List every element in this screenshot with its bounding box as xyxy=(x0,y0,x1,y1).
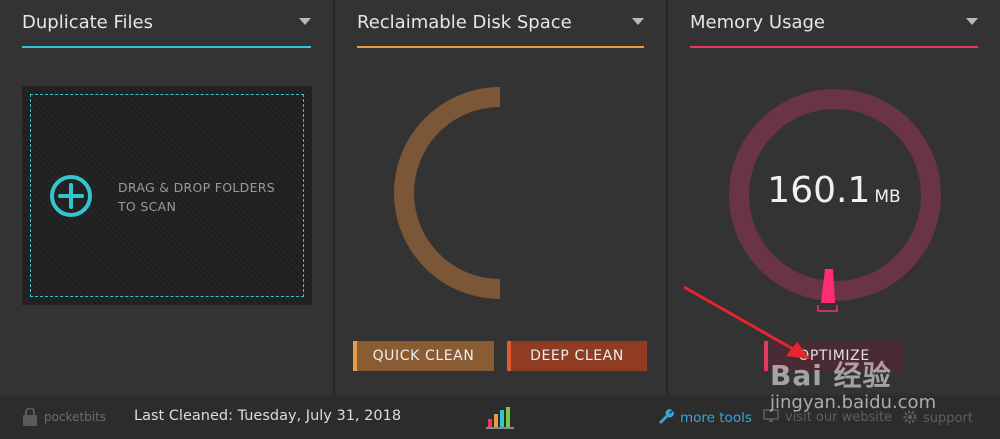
memory-usage-header[interactable]: Memory Usage xyxy=(690,10,978,48)
disk-space-gauge xyxy=(394,87,501,299)
reclaimable-space-header[interactable]: Reclaimable Disk Space xyxy=(357,10,644,48)
deep-clean-button[interactable]: DEEP CLEAN xyxy=(507,341,647,371)
memory-unit: MB xyxy=(874,187,901,207)
memory-number: 160.1 xyxy=(767,170,871,211)
plus-circle-icon[interactable] xyxy=(49,174,93,218)
baidu-watermark: Bai 经验 jingyan.baidu.com xyxy=(770,352,980,432)
bar-chart-icon[interactable] xyxy=(486,405,514,429)
quick-clean-button[interactable]: QUICK CLEAN xyxy=(353,341,494,371)
memory-value: 160.1 MB xyxy=(668,170,1000,211)
lock-icon xyxy=(23,408,37,426)
duplicate-files-title: Duplicate Files xyxy=(22,12,153,33)
memory-needle xyxy=(821,269,835,303)
reclaimable-space-title: Reclaimable Disk Space xyxy=(357,12,572,33)
watermark-logo-text: Bai 经验 xyxy=(770,359,892,392)
watermark-url: jingyan.baidu.com xyxy=(770,392,937,413)
memory-needle-base xyxy=(817,305,838,312)
disk-space-arc xyxy=(394,87,501,299)
memory-usage-panel: Memory Usage 160.1 MB OPTIMIZE xyxy=(668,0,1000,394)
reclaimable-space-panel: Reclaimable Disk Space QUICK CLEAN DEEP … xyxy=(335,0,666,394)
chevron-down-icon[interactable] xyxy=(966,18,978,25)
memory-usage-title: Memory Usage xyxy=(690,12,826,33)
wrench-icon xyxy=(659,409,674,424)
last-cleaned-text: Last Cleaned: Tuesday, July 31, 2018 xyxy=(134,408,402,424)
brand-name: pocketbits xyxy=(44,410,107,424)
drop-zone[interactable]: DRAG & DROP FOLDERS TO SCAN xyxy=(22,86,312,305)
more-tools-label: more tools xyxy=(680,410,752,426)
chevron-down-icon[interactable] xyxy=(632,18,644,25)
drop-zone-label: DRAG & DROP FOLDERS TO SCAN xyxy=(118,180,276,214)
chevron-down-icon[interactable] xyxy=(299,18,311,25)
duplicate-files-panel: Duplicate Files DRAG & DROP FOLDERS TO S… xyxy=(0,0,333,394)
more-tools-link[interactable]: more tools xyxy=(657,408,752,426)
duplicate-files-header[interactable]: Duplicate Files xyxy=(22,10,311,48)
